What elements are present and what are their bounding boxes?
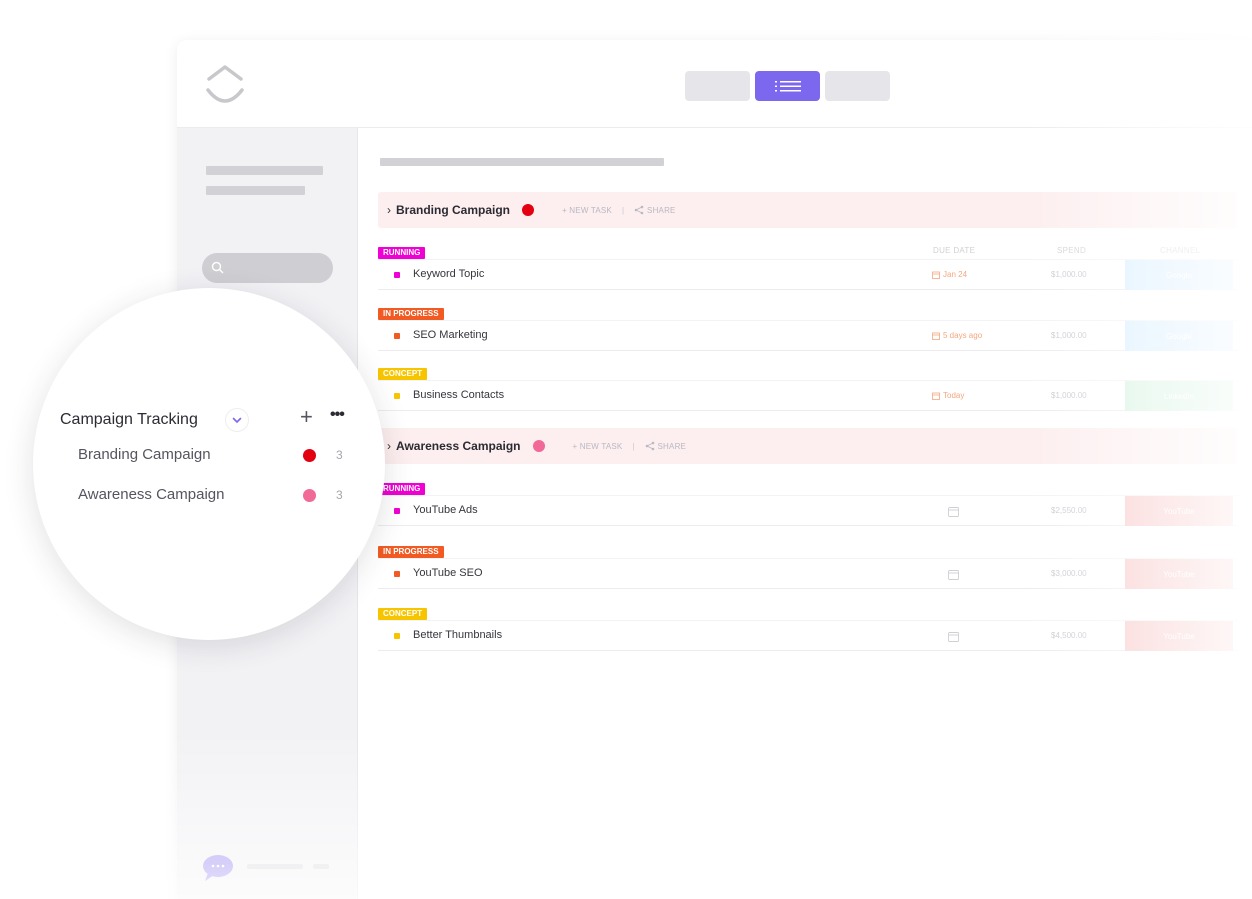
status-badge[interactable]: CONCEPT [378,608,428,620]
channel-tag[interactable]: Google [1125,321,1233,351]
chat-placeholder-line [313,864,329,869]
status-bullet [394,508,400,514]
status-badge[interactable]: RUNNING [378,247,426,259]
spend-value[interactable]: $1,000.00 [1051,270,1087,279]
calendar-icon [948,507,959,517]
task-count: 3 [336,448,343,462]
task-list-main: › Branding Campaign + NEW TASK | SHARE D… [358,128,1252,899]
due-date-text: 5 days ago [943,331,983,340]
status-bullet [394,393,400,399]
due-date-text: Today [943,391,965,400]
chat-placeholder-line [247,864,303,869]
calendar-icon [948,570,959,580]
status-badge[interactable]: CONCEPT [378,368,428,380]
task-row[interactable]: YouTube SEO $3,000.00 YouTube [378,558,1238,589]
column-header-due-date[interactable]: DUE DATE [933,246,975,255]
new-task-button[interactable]: + NEW TASK [573,442,623,451]
app-stage: › Branding Campaign + NEW TASK | SHARE D… [0,0,1252,899]
calendar-icon [948,632,959,642]
column-header-channel[interactable]: CHANNEL [1160,246,1200,255]
spend-value[interactable]: $4,500.00 [1051,631,1087,640]
channel-tag[interactable]: YouTube [1125,496,1233,526]
spend-value[interactable]: $1,000.00 [1051,331,1087,340]
due-date[interactable]: Today [932,391,964,400]
status-bullet [394,272,400,278]
page-title-placeholder [380,158,664,166]
spend-value[interactable]: $3,000.00 [1051,569,1087,578]
channel-tag[interactable]: YouTube [1125,559,1233,589]
due-date-text: Jan 24 [943,270,968,279]
list-color-dot [303,449,316,462]
sidebar-placeholder-line [206,186,305,195]
calendar-icon [932,392,940,400]
logo-icon[interactable] [203,62,247,108]
status-bullet [394,333,400,339]
new-task-button[interactable]: + NEW TASK [562,206,612,215]
sidebar-item-awareness-campaign[interactable]: Awareness Campaign [78,486,224,503]
due-date[interactable] [948,631,959,642]
task-name[interactable]: Business Contacts [413,389,504,401]
channel-tag[interactable]: YouTube [1125,621,1233,651]
space-title[interactable]: Campaign Tracking [60,411,198,429]
share-icon[interactable] [645,441,655,451]
task-row[interactable]: YouTube Ads $2,550.00 YouTube [378,495,1238,526]
search-input[interactable] [202,253,333,283]
view-button-1[interactable] [685,71,750,101]
column-header-spend[interactable]: SPEND [1057,246,1086,255]
sidebar-item-branding-campaign[interactable]: Branding Campaign [78,446,211,463]
sidebar-placeholder-line [206,166,323,175]
chevron-right-icon[interactable]: › [387,439,391,453]
group-name: Branding Campaign [396,203,511,217]
spend-value[interactable]: $2,550.00 [1051,506,1087,515]
calendar-icon [932,271,940,279]
plus-icon[interactable]: + [300,404,313,430]
due-date[interactable]: Jan 24 [932,270,967,279]
search-icon [211,261,224,274]
task-count: 3 [336,488,343,502]
task-name[interactable]: Keyword Topic [413,268,484,280]
due-date[interactable] [948,569,959,580]
task-name[interactable]: Better Thumbnails [413,629,502,641]
more-icon[interactable]: ••• [330,406,345,424]
share-button[interactable]: SHARE [647,206,676,215]
status-bullet [394,571,400,577]
chat-icon[interactable] [202,854,236,882]
group-header-awareness[interactable]: › Awareness Campaign + NEW TASK | SHARE [378,428,1238,464]
sidebar-zoom-callout: Campaign Tracking + ••• Branding Campaig… [33,288,385,640]
separator: | [621,205,625,215]
top-bar [177,40,1252,128]
list-view-icon [774,81,801,92]
task-name[interactable]: YouTube Ads [413,504,478,516]
status-badge[interactable]: IN PROGRESS [378,308,444,320]
share-icon[interactable] [634,205,644,215]
channel-tag[interactable]: Google [1125,260,1233,290]
group-color-dot [522,204,535,216]
share-button[interactable]: SHARE [658,442,687,451]
task-row[interactable]: Keyword Topic Jan 24 $1,000.00 Google [378,259,1238,290]
chevron-down-icon[interactable] [225,408,249,432]
separator: | [632,441,635,451]
spend-value[interactable]: $1,000.00 [1051,391,1087,400]
task-name[interactable]: YouTube SEO [413,567,483,579]
view-button-3[interactable] [825,71,890,101]
chevron-right-icon[interactable]: › [387,203,391,217]
group-color-dot [532,440,545,452]
group-name: Awareness Campaign [396,439,521,453]
due-date[interactable] [948,506,959,517]
task-name[interactable]: SEO Marketing [413,329,488,341]
status-badge[interactable]: RUNNING [378,483,426,495]
status-badge[interactable]: IN PROGRESS [378,546,444,558]
task-row[interactable]: Better Thumbnails $4,500.00 YouTube [378,620,1238,651]
due-date[interactable]: 5 days ago [932,331,982,340]
task-row[interactable]: SEO Marketing 5 days ago $1,000.00 Googl… [378,320,1238,351]
status-bullet [394,633,400,639]
view-switcher [685,71,890,101]
group-header-branding[interactable]: › Branding Campaign + NEW TASK | SHARE [378,192,1238,228]
channel-tag[interactable]: LinkedIn [1125,381,1233,411]
task-row[interactable]: Business Contacts Today $1,000.00 Linked… [378,380,1238,411]
list-view-button[interactable] [755,71,820,101]
calendar-icon [932,332,940,340]
list-color-dot [303,489,316,502]
